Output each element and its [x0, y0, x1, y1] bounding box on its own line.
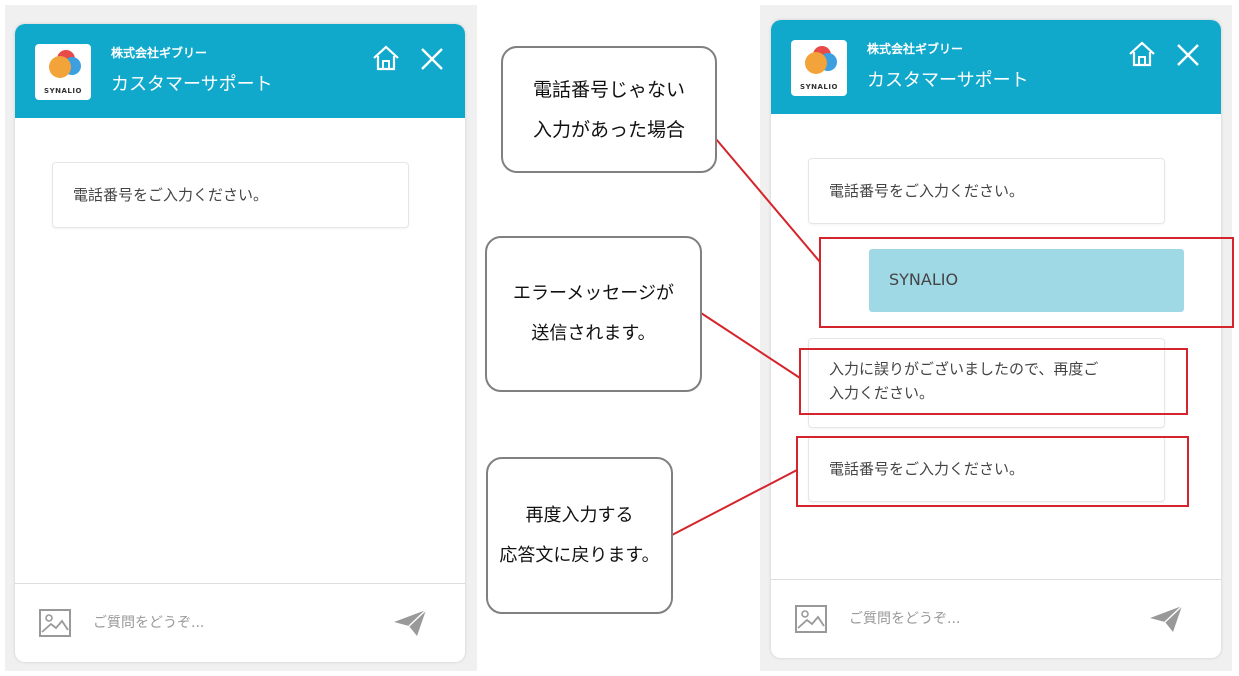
callout-retry: 再度入力する 応答文に戻ります。	[486, 457, 673, 614]
callout-line: 送信されます。	[531, 323, 656, 344]
callout-line: 応答文に戻ります。	[499, 544, 660, 566]
callout-line: エラーメッセージが	[513, 283, 674, 304]
callout-invalid-input: 電話番号じゃない 入力があった場合	[501, 46, 717, 173]
callout-line: 電話番号じゃない	[532, 78, 685, 101]
callout-line: 入力があった場合	[532, 118, 685, 141]
callout-line: 再度入力する	[525, 504, 634, 526]
callout-error-sent: エラーメッセージが 送信されます。	[485, 236, 702, 392]
